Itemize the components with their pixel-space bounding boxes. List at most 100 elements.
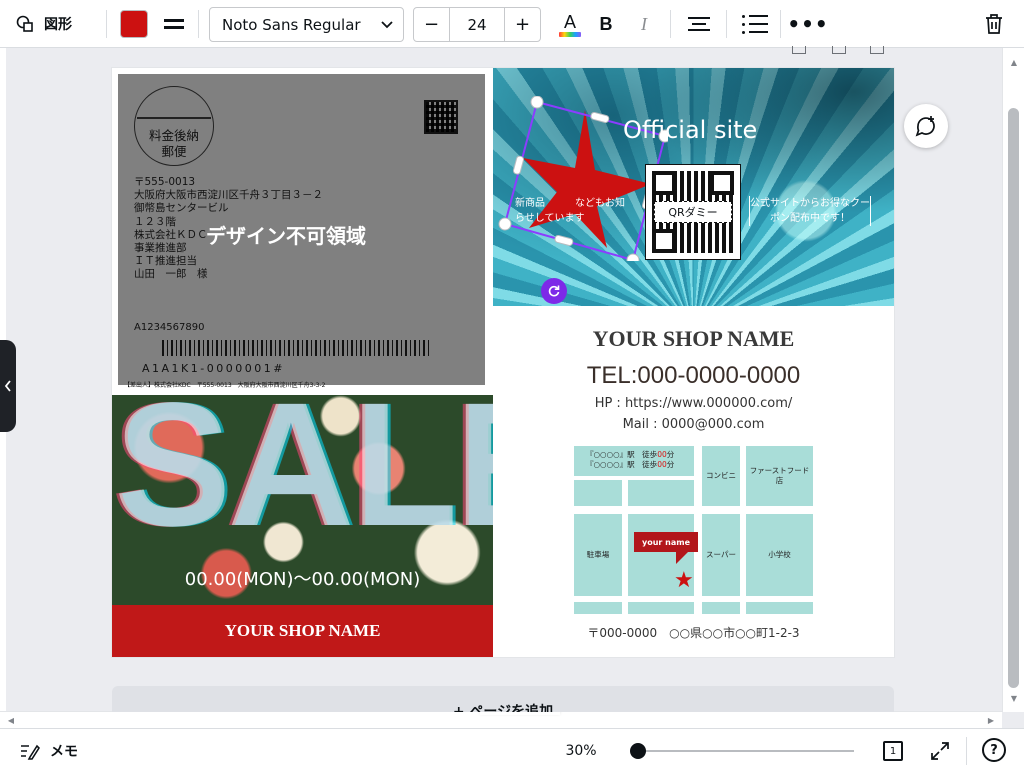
map-block-supermarket: スーパー: [702, 514, 740, 596]
horizontal-scrollbar[interactable]: ◀ ▶: [0, 699, 1002, 728]
mail-text[interactable]: Mail : 0000@000.com: [493, 417, 894, 432]
font-size-stepper: − +: [413, 7, 541, 42]
add-page-button[interactable]: + ページを追加: [112, 686, 894, 712]
text-align-button[interactable]: [686, 11, 712, 37]
map-block-station: 『○○○○』駅 徒歩00分 『○○○○』駅 徒歩00分: [574, 446, 694, 476]
toolbar-divider: [780, 10, 781, 38]
side-panel-toggle[interactable]: [0, 340, 16, 432]
align-line-icon: [688, 17, 710, 19]
bold-button[interactable]: B: [594, 10, 618, 38]
bottom-bar: メモ 30% 1 ?: [0, 728, 1024, 771]
scroll-left-arrow[interactable]: ◀: [4, 713, 18, 727]
list-button[interactable]: [742, 11, 768, 37]
zoom-slider[interactable]: [636, 750, 854, 752]
qr-code-placeholder[interactable]: QRダミー: [645, 164, 741, 260]
shop-name-heading[interactable]: YOUR SHOP NAME: [493, 326, 894, 352]
sale-dates[interactable]: 00.00(MON)〜00.00(MON): [112, 565, 493, 591]
map-block: [574, 602, 622, 614]
vertical-scroll-thumb[interactable]: [1008, 108, 1019, 688]
page-action-icons: [788, 46, 898, 58]
border-line-icon: [164, 26, 184, 29]
text-color-bar: [559, 31, 581, 37]
map-block: [628, 602, 694, 614]
resize-handle[interactable]: [498, 217, 512, 231]
map-block: [702, 602, 740, 614]
rotate-handle[interactable]: [541, 278, 567, 304]
map-block-school: 小学校: [746, 514, 813, 596]
list-row-icon: [742, 22, 768, 26]
align-line-icon: [692, 23, 706, 25]
shop-address[interactable]: 〒000-0000 ○○県○○市○○町1-2-3: [493, 624, 894, 641]
page-action-icon[interactable]: [870, 46, 884, 54]
font-family-dropdown[interactable]: Noto Sans Regular: [209, 7, 404, 42]
fullscreen-button[interactable]: [928, 739, 952, 763]
shapes-icon: [16, 15, 33, 32]
map-block: [746, 602, 813, 614]
decrease-font-size-button[interactable]: −: [414, 8, 449, 41]
scroll-down-arrow[interactable]: ▼: [1003, 690, 1024, 706]
toolbar-divider: [726, 10, 727, 38]
chevron-down-icon: [381, 20, 393, 28]
fill-color-button[interactable]: [120, 10, 148, 38]
delete-button[interactable]: [982, 10, 1006, 38]
editor-toolbar: 図形 Noto Sans Regular − + A B I •••: [0, 0, 1024, 48]
non-design-area-label: デザイン不可領域: [206, 224, 366, 248]
add-page-label: + ページを追加: [452, 704, 554, 712]
barcode-number: A1A1K1-0000001#: [142, 362, 285, 375]
resize-handle[interactable]: [530, 96, 544, 109]
qr-dummy-label: QRダミー: [654, 201, 732, 223]
map-pin-label: your name: [634, 532, 698, 564]
sale-text[interactable]: SALE: [114, 395, 493, 553]
notes-label: メモ: [50, 744, 78, 760]
list-row-icon: [742, 30, 768, 34]
shop-info-area: YOUR SHOP NAME TEL:000-0000-0000 HP : ht…: [493, 306, 894, 657]
sale-flower-image[interactable]: SALE 00.00(MON)〜00.00(MON): [112, 395, 493, 605]
page-action-icon[interactable]: [832, 46, 846, 54]
toolbar-divider: [106, 10, 107, 38]
notes-button[interactable]: メモ: [20, 737, 78, 765]
add-comment-button[interactable]: [904, 104, 948, 148]
customer-barcode: [162, 340, 432, 356]
side-handle[interactable]: [554, 234, 574, 247]
side-handle[interactable]: [512, 155, 525, 175]
postage-stamp-mark: 料金後納 郵便: [134, 86, 214, 166]
expand-icon: [931, 742, 949, 760]
postal-address-area[interactable]: 料金後納 郵便 〒555-0013 大阪府大阪市西淀川区千舟３丁目３－２ 御幣島…: [118, 74, 485, 389]
zoom-percentage[interactable]: 30%: [556, 739, 606, 763]
vertical-scrollbar[interactable]: ▲ ▼: [1002, 48, 1024, 712]
map-block: [628, 480, 694, 506]
page-action-icon[interactable]: [792, 46, 806, 54]
italic-button[interactable]: I: [632, 10, 656, 38]
shop-name-band[interactable]: YOUR SHOP NAME: [112, 605, 493, 657]
official-site-heading[interactable]: Official site: [623, 116, 757, 144]
bottom-divider: [966, 737, 967, 765]
border-style-button[interactable]: [160, 10, 188, 38]
scroll-up-arrow[interactable]: ▲: [1003, 54, 1024, 70]
homepage-text[interactable]: HP : https://www.000000.com/: [493, 396, 894, 411]
text-color-icon: A: [563, 11, 576, 32]
toolbar-divider: [198, 10, 199, 38]
font-size-input[interactable]: [449, 8, 505, 41]
banner-text-left[interactable]: 新商品 などもお知らせしています: [515, 196, 633, 226]
sender-address: 【差出人】株式会社KDC 〒555-0013 大阪府大阪市西淀川区千舟3-3-2: [124, 382, 326, 389]
resize-handle[interactable]: [626, 253, 640, 261]
more-options-button[interactable]: •••: [787, 10, 827, 38]
text-color-button[interactable]: A: [556, 8, 584, 40]
scroll-right-arrow[interactable]: ▶: [984, 713, 998, 727]
banner-text-right[interactable]: 公式サイトからお得なクーポン配布中です！: [749, 196, 871, 226]
zoom-slider-handle[interactable]: [630, 743, 646, 759]
side-handle[interactable]: [590, 111, 610, 124]
telephone-text[interactable]: TEL:000-0000-0000: [493, 362, 894, 390]
pages-icon: 1: [883, 741, 903, 761]
shape-button-label: 図形: [44, 17, 72, 33]
increase-font-size-button[interactable]: +: [505, 8, 540, 41]
toolbar-divider: [670, 10, 671, 38]
star-icon: ★: [674, 568, 694, 593]
map-block: [574, 480, 622, 506]
access-map[interactable]: 『○○○○』駅 徒歩00分 『○○○○』駅 徒歩00分 コンビニ ファーストフード…: [574, 446, 813, 614]
notes-icon: [21, 744, 40, 760]
shape-button[interactable]: 図形: [16, 10, 72, 38]
page-count-button[interactable]: 1: [880, 739, 906, 763]
help-button[interactable]: ?: [982, 738, 1006, 762]
font-family-value: Noto Sans Regular: [222, 15, 361, 34]
